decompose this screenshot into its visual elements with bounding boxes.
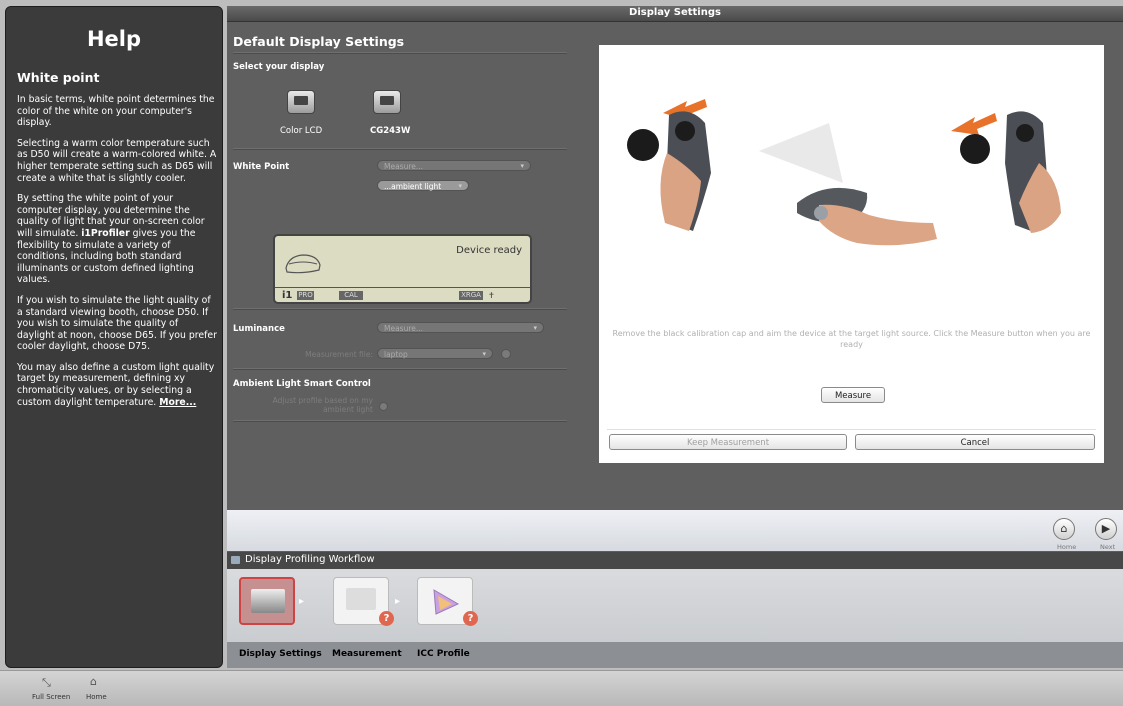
device-icon [285, 254, 321, 274]
settings-heading: Default Display Settings [233, 34, 405, 49]
adjust-profile-label: Adjust profile based on my ambient light [272, 396, 373, 414]
measure-button[interactable]: Measure [821, 387, 885, 403]
help-paragraph: If you wish to simulate the light qualit… [17, 294, 217, 353]
display-color-lcd-icon[interactable] [287, 90, 315, 114]
cancel-button[interactable]: Cancel [855, 434, 1095, 450]
help-paragraph: Selecting a warm color temperature such … [17, 137, 217, 184]
measurement-file-label: Measurement file: [305, 350, 373, 359]
bottom-toolbar: ⤡ ⌂ Full Screen Home [0, 670, 1123, 706]
dialog-divider [607, 429, 1096, 430]
play-icon: ▶ [1101, 522, 1111, 535]
divider [233, 368, 567, 370]
display-label[interactable]: Color LCD [280, 126, 322, 136]
device-tag: CAL [339, 291, 363, 300]
measurement-file-dropdown[interactable]: laptop ▾ [377, 348, 493, 359]
navigation-bar: ⌂ ▶ Home Next [227, 510, 1123, 551]
display-settings-icon [251, 589, 285, 613]
workflow-header: Display Profiling Workflow [227, 552, 1123, 569]
ambient-toggle[interactable] [379, 402, 388, 411]
window-title: Display Settings [629, 7, 721, 18]
display-label[interactable]: CG243W [370, 126, 410, 136]
white-point-dropdown[interactable]: Measure... ▾ [377, 160, 531, 171]
workflow-steps: ▸ ? ▸ ? Display Settings Measurement ICC… [227, 569, 1123, 668]
ambient-light-dropdown[interactable]: ...ambient light ▾ [377, 180, 469, 191]
select-display-label: Select your display [233, 62, 325, 72]
device-display: Device ready i1 PRO CAL XRGA ✝ [273, 234, 532, 304]
step-display-settings[interactable] [239, 577, 295, 625]
step-label[interactable]: Measurement [332, 649, 402, 659]
divider [233, 420, 567, 422]
device-tag: XRGA [459, 291, 483, 300]
full-screen-icon[interactable]: ⤡ [42, 676, 51, 690]
file-options-button[interactable] [501, 349, 511, 359]
device-logo: i1 [282, 290, 293, 301]
display-cg243w-icon[interactable] [373, 90, 401, 114]
divider [233, 308, 567, 310]
chevron-down-icon: ▾ [482, 350, 486, 358]
settings-area: Default Display Settings Select your dis… [227, 22, 1123, 510]
dropdown-value: ...ambient light [384, 182, 442, 191]
divider [233, 52, 567, 54]
question-icon: ? [379, 611, 394, 626]
next-button[interactable]: ▶ [1095, 518, 1117, 540]
device-status: Device ready [456, 245, 522, 256]
help-title: Help [86, 27, 142, 51]
chevron-down-icon: ▾ [520, 162, 524, 170]
chevron-down-icon: ▾ [533, 324, 537, 332]
instruction-illustration [607, 53, 1097, 293]
help-topic: White point [17, 70, 100, 85]
window-titlebar: Display Settings [227, 6, 1123, 22]
keep-measurement-button[interactable]: Keep Measurement [609, 434, 847, 450]
chevron-down-icon: ▾ [458, 182, 462, 190]
full-screen-label[interactable]: Full Screen [32, 693, 70, 701]
luminance-label: Luminance [233, 324, 285, 334]
device-tag: PRO [297, 291, 314, 300]
ambient-light-label: Ambient Light Smart Control [233, 379, 371, 389]
home-icon: ⌂ [1060, 522, 1068, 535]
white-point-label: White Point [233, 162, 290, 172]
measurement-icon [346, 588, 376, 610]
main-window: Display Settings Default Display Setting… [227, 6, 1123, 668]
help-paragraph: By setting the white point of your compu… [17, 193, 217, 286]
measurement-dialog: Remove the black calibration cap and aim… [599, 45, 1104, 463]
home-label[interactable]: Home [86, 693, 107, 701]
lamp-icon: ✝ [488, 291, 495, 300]
home-button[interactable]: ⌂ [1053, 518, 1075, 540]
help-panel: Help White point In basic terms, white p… [5, 6, 223, 668]
next-label: Next [1100, 543, 1116, 551]
step-label[interactable]: Display Settings [239, 649, 322, 659]
device-instruction-graphic [627, 99, 1061, 246]
dropdown-value: Measure... [384, 162, 424, 171]
chevron-right-icon: ▸ [395, 596, 401, 607]
app-root: Help White point In basic terms, white p… [0, 0, 1123, 706]
more-link[interactable]: More... [159, 397, 196, 408]
help-body: In basic terms, white point determines t… [17, 94, 217, 417]
dropdown-value: laptop [384, 350, 408, 359]
help-paragraph: In basic terms, white point determines t… [17, 94, 215, 129]
divider [233, 148, 567, 150]
product-name: i1Profiler [81, 227, 130, 239]
question-icon: ? [463, 611, 478, 626]
icc-profile-icon [433, 589, 460, 615]
workflow-title: Display Profiling Workflow [245, 554, 375, 565]
instruction-text: Remove the black calibration cap and aim… [612, 329, 1091, 349]
step-label[interactable]: ICC Profile [417, 649, 470, 659]
home-label: Home [1057, 543, 1077, 551]
dropdown-value: Measure... [384, 324, 424, 333]
chevron-right-icon: ▸ [299, 596, 305, 607]
home-icon[interactable]: ⌂ [90, 675, 97, 688]
help-paragraph: You may also define a custom light quali… [17, 362, 217, 408]
device-footer: i1 PRO CAL XRGA ✝ [275, 287, 530, 302]
monitor-icon [231, 556, 240, 564]
luminance-dropdown[interactable]: Measure... ▾ [377, 322, 544, 333]
